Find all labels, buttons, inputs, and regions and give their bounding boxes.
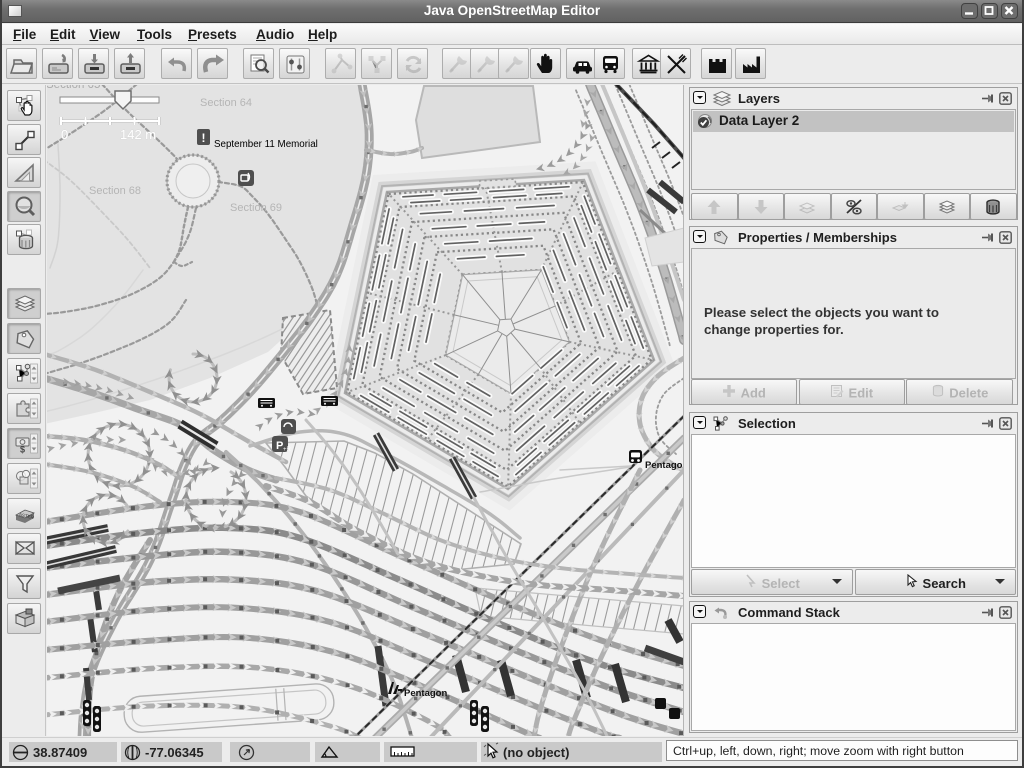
svg-text:$: $ [20, 445, 25, 455]
svg-text:142 m: 142 m [120, 127, 156, 142]
svg-text:September 11 Memorial: September 11 Memorial [214, 139, 318, 150]
svg-text:+R: +R [283, 447, 292, 453]
svg-text:Section 69: Section 69 [230, 202, 282, 214]
svg-text:Section 65: Section 65 [47, 85, 100, 91]
svg-text:!: ! [202, 131, 206, 145]
svg-text:Section 68: Section 68 [89, 185, 141, 197]
svg-text:Pentagon: Pentagon [404, 688, 447, 699]
svg-text:Pentagon: Pentagon [645, 460, 684, 471]
svg-text:Section 64: Section 64 [200, 97, 252, 109]
svg-text:0: 0 [61, 127, 68, 142]
